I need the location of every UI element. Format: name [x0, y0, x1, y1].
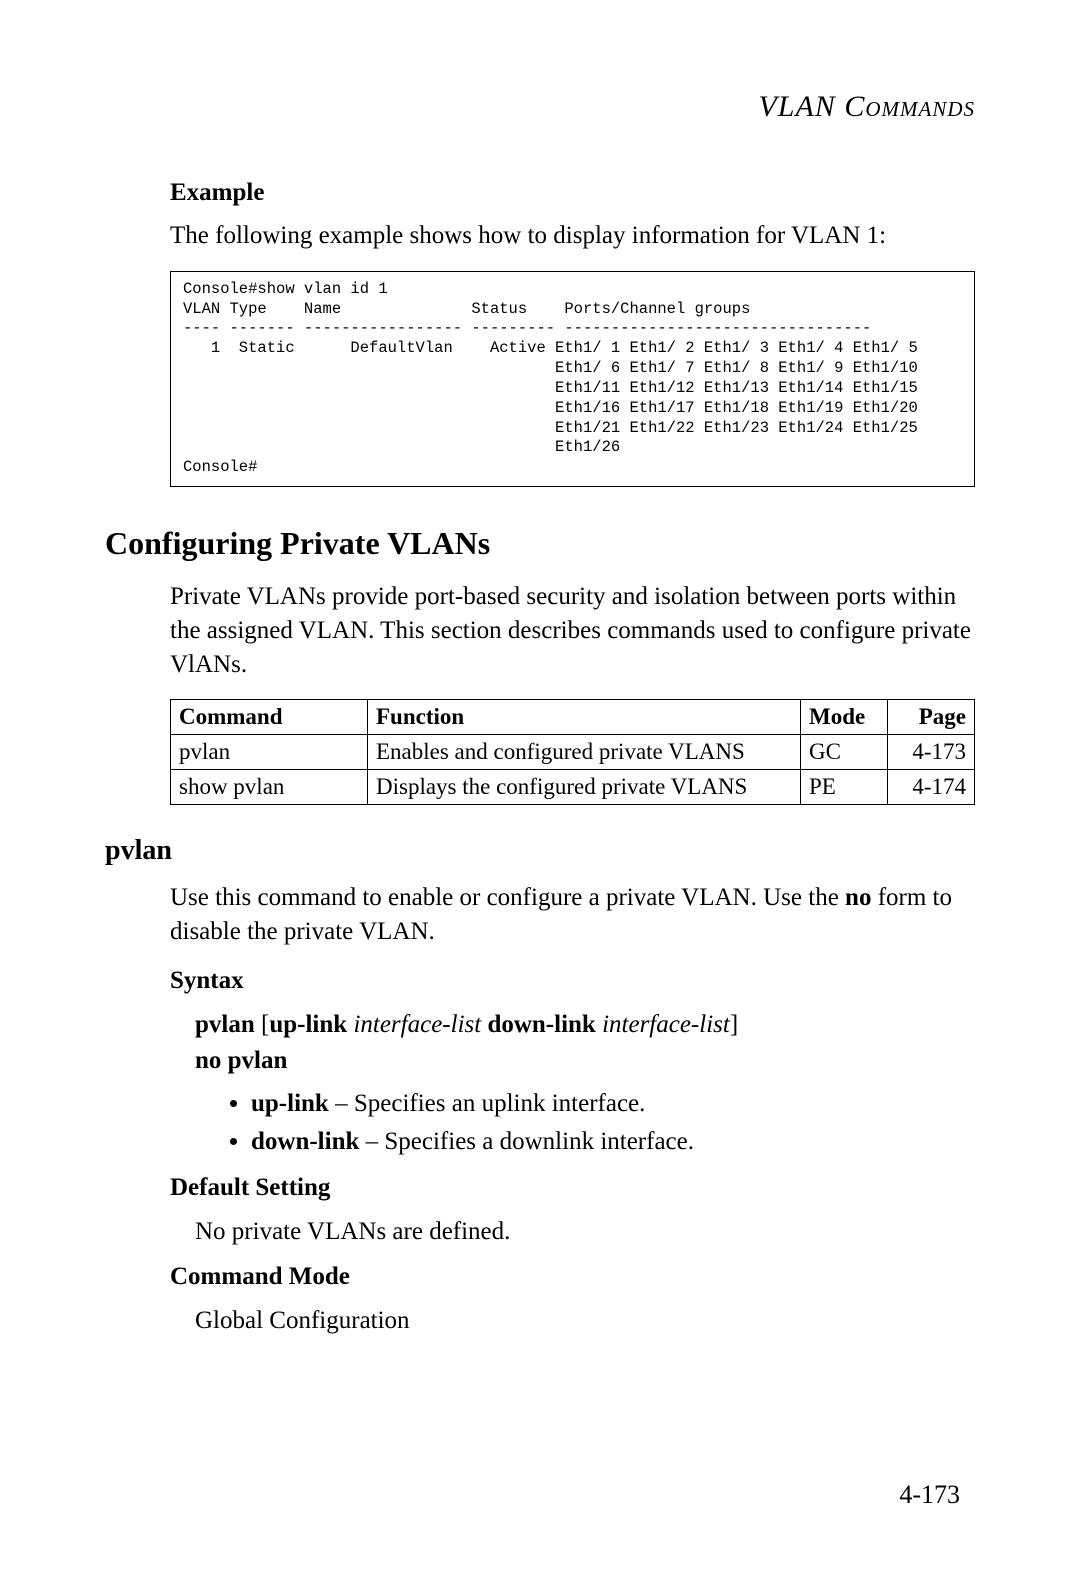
syntax-bold: pvlan: [195, 1011, 261, 1038]
syntax-line-1: pvlan [up-link interface-list down-link …: [195, 1007, 975, 1043]
default-setting-heading: Default Setting: [170, 1174, 975, 1202]
list-item: down-link – Specifies a downlink interfa…: [251, 1123, 975, 1161]
pvlan-heading: pvlan: [105, 835, 975, 867]
header-italic: VLAN: [758, 90, 835, 123]
list-item: up-link – Specifies an uplink interface.: [251, 1085, 975, 1123]
cell-page: 4-173: [888, 735, 975, 770]
cell-mode: GC: [801, 735, 888, 770]
console-output: Console#show vlan id 1 VLAN Type Name St…: [170, 271, 975, 487]
bullet-bold: up-link: [251, 1090, 329, 1117]
th-page: Page: [888, 700, 975, 735]
syntax-line-2: no pvlan: [195, 1043, 975, 1079]
bullet-text: – Specifies a downlink interface.: [359, 1128, 694, 1155]
syntax-italic: interface-list: [602, 1011, 730, 1038]
th-command: Command: [171, 700, 368, 735]
pvlan-intro: Use this command to enable or configure …: [170, 881, 975, 949]
bullet-text: – Specifies an uplink interface.: [329, 1090, 646, 1117]
cell-function: Enables and configured private VLANS: [368, 735, 801, 770]
bold-no: no: [845, 884, 871, 911]
configuring-intro: Private VLANs provide port-based securit…: [170, 580, 975, 681]
configuring-heading: Configuring Private VLANs: [105, 525, 975, 562]
syntax-heading: Syntax: [170, 967, 975, 995]
table-header-row: Command Function Mode Page: [171, 700, 975, 735]
syntax-bold: down-link: [487, 1011, 602, 1038]
cell-command: show pvlan: [171, 770, 368, 805]
command-mode-text: Global Configuration: [195, 1303, 975, 1338]
page-number: 4-173: [899, 1480, 960, 1510]
cell-mode: PE: [801, 770, 888, 805]
syntax-bold: up-link: [269, 1011, 353, 1038]
command-table: Command Function Mode Page pvlan Enables…: [170, 699, 975, 805]
command-mode-heading: Command Mode: [170, 1263, 975, 1291]
running-header: VLAN Commands: [105, 90, 975, 124]
example-heading: Example: [170, 179, 975, 207]
syntax-bold: no pvlan: [195, 1047, 287, 1074]
bullet-bold: down-link: [251, 1128, 359, 1155]
syntax-bullets: up-link – Specifies an uplink interface.…: [233, 1085, 975, 1160]
header-smallcaps: Commands: [836, 90, 975, 123]
cell-function: Displays the configured private VLANS: [368, 770, 801, 805]
cell-command: pvlan: [171, 735, 368, 770]
default-setting-text: No private VLANs are defined.: [195, 1214, 975, 1249]
table-row: show pvlan Displays the configured priva…: [171, 770, 975, 805]
cell-page: 4-174: [888, 770, 975, 805]
syntax-text: ]: [730, 1011, 738, 1038]
syntax-italic: interface-list: [353, 1011, 487, 1038]
example-intro: The following example shows how to displ…: [170, 219, 975, 253]
page: VLAN Commands Example The following exam…: [0, 0, 1080, 1404]
table-row: pvlan Enables and configured private VLA…: [171, 735, 975, 770]
th-mode: Mode: [801, 700, 888, 735]
th-function: Function: [368, 700, 801, 735]
text: Use this command to enable or configure …: [170, 884, 845, 911]
